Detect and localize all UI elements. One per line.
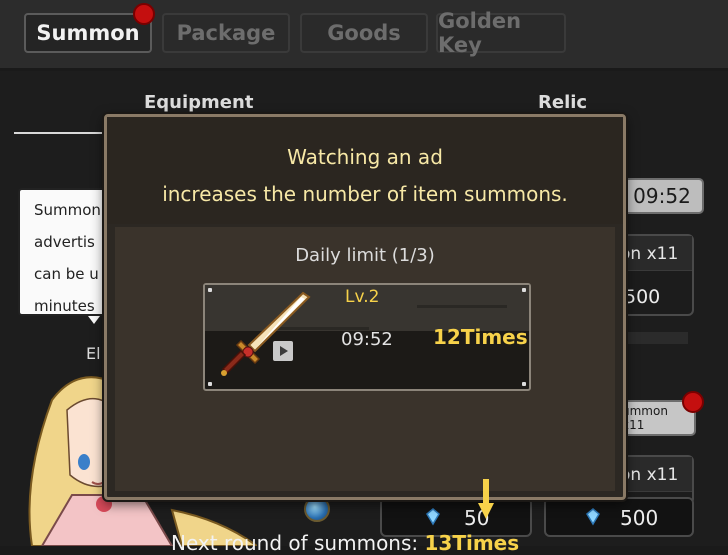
tab-goods[interactable]: Goods	[300, 13, 428, 53]
bubble-line: minutes	[34, 297, 95, 315]
tab-golden-key-label: Golden Key	[438, 9, 522, 57]
tab-golden-key[interactable]: Golden Key	[436, 9, 566, 57]
ad-summon-modal: Watching an ad increases the number of i…	[104, 114, 626, 555]
summon-label: on x11	[620, 465, 679, 485]
tab-goods-label: Goods	[327, 21, 401, 45]
subtab-underline	[14, 132, 104, 134]
tab-package[interactable]: Package	[162, 13, 290, 53]
bubble-tail	[88, 316, 100, 324]
modal-body: Daily limit (1/3) Lv.2 09:52 12Times Nex…	[115, 227, 615, 555]
down-arrow-icon	[478, 479, 494, 519]
modal-header: Watching an ad increases the number of i…	[107, 117, 623, 224]
play-ad-icon[interactable]	[273, 341, 293, 361]
notification-dot	[682, 391, 704, 413]
bubble-line: advertis	[34, 233, 95, 251]
summon-value: 500	[624, 286, 661, 308]
subtab-relic[interactable]: Relic	[538, 92, 587, 113]
next-round-value: 13Times	[424, 531, 520, 555]
next-round-label: Next round of summons:	[171, 531, 425, 555]
notification-dot	[133, 3, 155, 25]
diamond-icon	[586, 508, 600, 526]
bubble-line: can be u	[34, 265, 99, 283]
speech-bubble: Summon advertis can be u minutes	[18, 188, 114, 316]
item-times: 12Times	[433, 325, 528, 349]
summon-label: on x11	[620, 244, 679, 264]
cost-value: 500	[620, 506, 659, 530]
bubble-line: Summon	[34, 201, 101, 219]
top-tab-bar: Summon Package Goods Golden Key	[0, 0, 728, 71]
tab-summon-label: Summon	[36, 21, 140, 45]
daily-limit: Daily limit (1/3)	[295, 245, 435, 266]
right-timer: 09:52	[620, 178, 704, 214]
modal-title-line2: increases the number of item summons.	[162, 182, 568, 206]
subtab-equipment[interactable]: Equipment	[144, 92, 253, 113]
next-round-text: Next round of summons: 13Times	[171, 531, 519, 555]
character-name: El	[86, 344, 101, 363]
cost-button-right[interactable]: 500	[544, 497, 694, 537]
modal-title-line1: Watching an ad	[287, 145, 443, 169]
item-level: Lv.2	[345, 287, 380, 307]
tab-summon[interactable]: Summon	[24, 13, 152, 53]
tab-package-label: Package	[176, 21, 276, 45]
ad-item-card[interactable]: Lv.2 09:52 12Times	[203, 283, 531, 391]
diamond-icon	[426, 508, 440, 526]
sword-icon	[221, 291, 311, 376]
item-countdown: 09:52	[341, 329, 393, 350]
